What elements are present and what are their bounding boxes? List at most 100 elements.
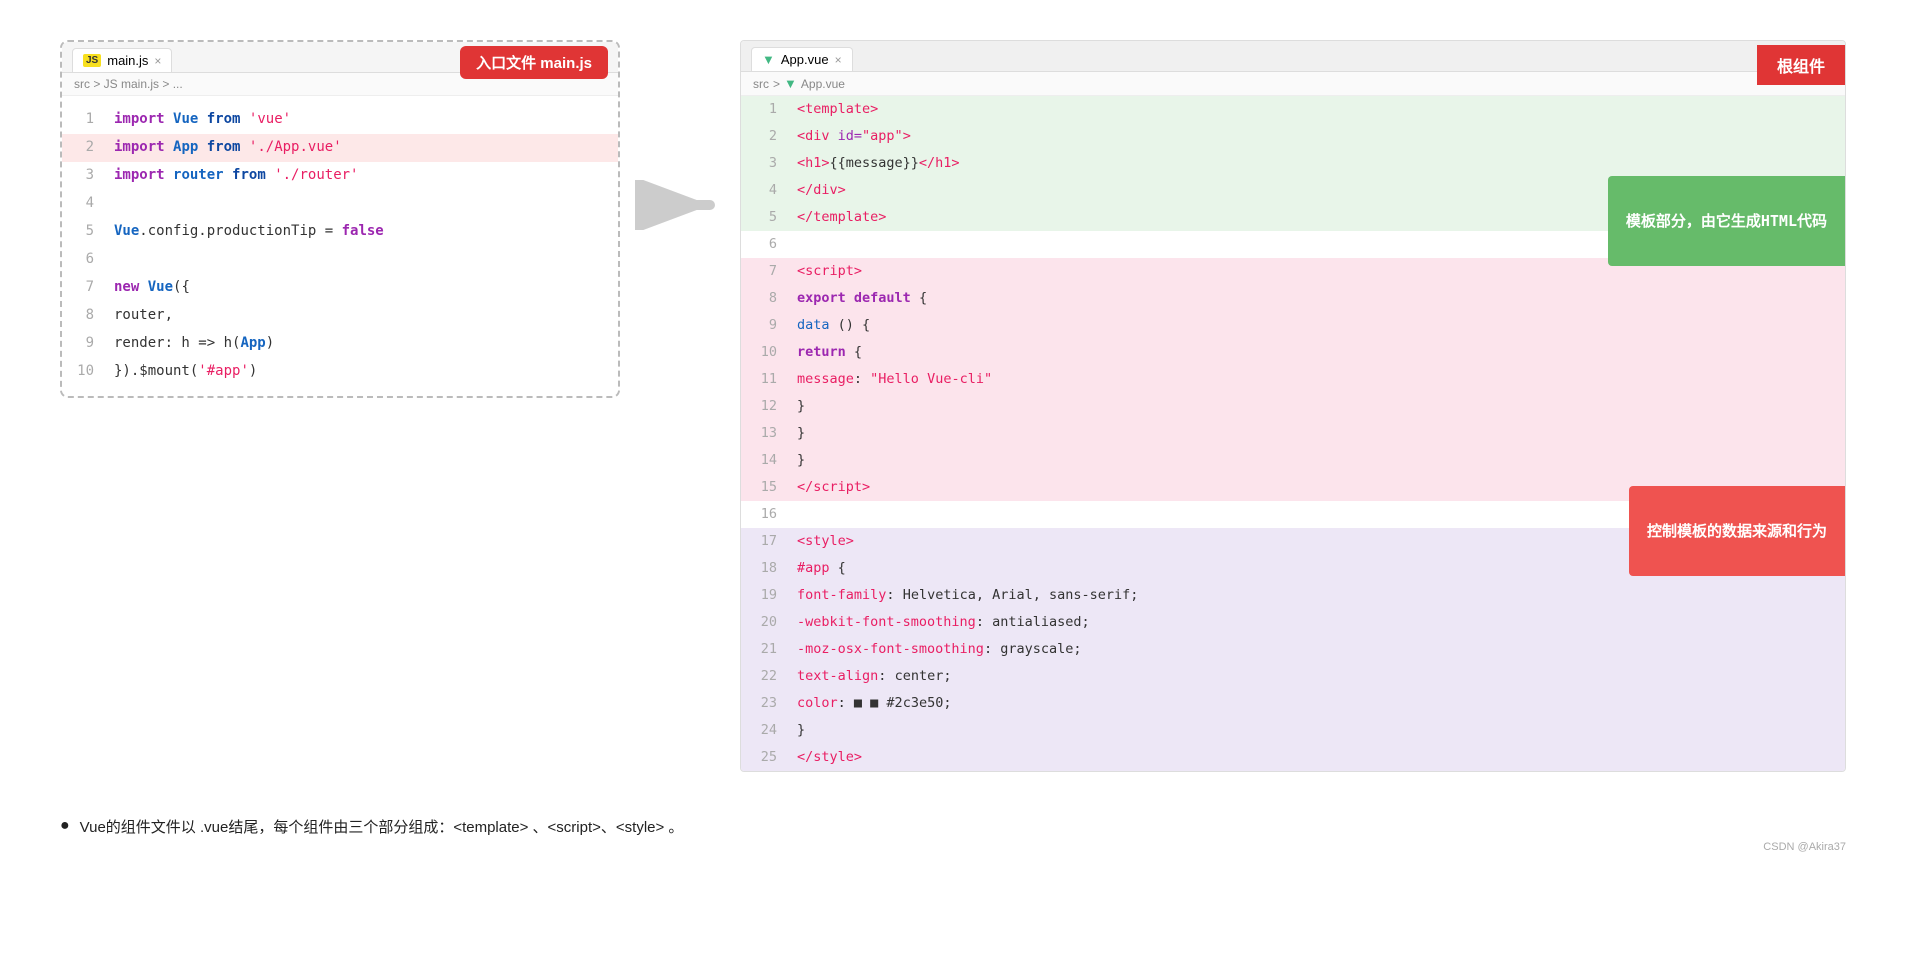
code-text: }).$mount('#app')	[114, 360, 610, 384]
right-code-text: color: ■ ■ #2c3e50;	[797, 692, 1837, 716]
right-code-line: 22 text-align: center;	[741, 663, 1845, 690]
right-line-number: 2	[749, 125, 777, 149]
line-number: 4	[70, 192, 94, 216]
right-code-text: font-family: Helvetica, Arial, sans-seri…	[797, 584, 1837, 608]
left-panel: JS main.js × 入口文件 main.js src > JS main.…	[60, 40, 620, 398]
right-code-text: <template>	[797, 98, 1837, 122]
bc-src: src	[753, 77, 769, 91]
right-code-text: -webkit-font-smoothing: antialiased;	[797, 611, 1837, 635]
right-line-number: 10	[749, 341, 777, 365]
right-line-number: 5	[749, 206, 777, 230]
left-code-area: 1import Vue from 'vue'2 import App from '…	[62, 96, 618, 396]
right-line-number: 12	[749, 395, 777, 419]
right-line-number: 19	[749, 584, 777, 608]
left-tab-close[interactable]: ×	[154, 54, 161, 68]
right-line-number: 1	[749, 98, 777, 122]
right-tab-bar: ▼ App.vue ×	[741, 41, 1845, 72]
right-code-line: 8 export default {	[741, 285, 1845, 312]
bc-sep1: >	[773, 77, 780, 91]
code-line: 8 router,	[62, 302, 618, 330]
right-code-line: 21 -moz-osx-font-smoothing: grayscale;	[741, 636, 1845, 663]
annot-template: 模板部分，由它生成HTML代码	[1608, 176, 1845, 266]
code-line: 2 import App from './App.vue'	[62, 134, 618, 162]
right-line-number: 21	[749, 638, 777, 662]
left-badge: 入口文件 main.js	[460, 46, 608, 79]
right-line-number: 14	[749, 449, 777, 473]
arrow-icon	[635, 180, 725, 230]
js-icon: JS	[83, 54, 101, 67]
right-code-line: 2 <div id="app">	[741, 123, 1845, 150]
line-number: 2	[70, 136, 94, 160]
right-line-number: 23	[749, 692, 777, 716]
right-line-number: 15	[749, 476, 777, 500]
bottom-credit: CSDN @Akira37	[20, 841, 1886, 853]
right-code-text: data () {	[797, 314, 1837, 338]
right-line-number: 22	[749, 665, 777, 689]
right-tab-label: App.vue	[781, 52, 829, 67]
right-line-number: 3	[749, 152, 777, 176]
right-code-text: </style>	[797, 746, 1837, 770]
code-line: 1import Vue from 'vue'	[62, 106, 618, 134]
line-number: 10	[70, 360, 94, 384]
bottom-text: Vue的组件文件以 .vue结尾，每个组件由三个部分组成：<template> …	[80, 816, 684, 837]
right-tab[interactable]: ▼ App.vue ×	[751, 47, 853, 71]
line-number: 6	[70, 248, 94, 272]
right-line-number: 4	[749, 179, 777, 203]
code-line: 4	[62, 190, 618, 218]
right-code-text: <div id="app">	[797, 125, 1837, 149]
right-code-line: 20 -webkit-font-smoothing: antialiased;	[741, 609, 1845, 636]
right-panel: ▼ App.vue × 根组件 src > ▼ App.vue 模板部分，由它生…	[740, 40, 1846, 772]
right-code-area: 模板部分，由它生成HTML代码 控制模板的数据来源和行为 css样式部分 1 <…	[741, 96, 1845, 771]
code-text: new Vue({	[114, 276, 610, 300]
right-line-number: 11	[749, 368, 777, 392]
right-code-line: 13 }	[741, 420, 1845, 447]
right-tab-close[interactable]: ×	[835, 53, 842, 67]
right-line-number: 18	[749, 557, 777, 581]
bottom-section: ● Vue的组件文件以 .vue结尾，每个组件由三个部分组成：<template…	[20, 816, 1886, 837]
vue-icon: ▼	[762, 52, 775, 67]
code-line: 6	[62, 246, 618, 274]
right-code-line: 23 color: ■ ■ #2c3e50;	[741, 690, 1845, 717]
code-text: import App from './App.vue'	[114, 136, 610, 160]
right-code-line: 11 message: "Hello Vue-cli"	[741, 366, 1845, 393]
bc-file: App.vue	[801, 77, 845, 91]
line-number: 5	[70, 220, 94, 244]
code-line: 10 }).$mount('#app')	[62, 358, 618, 386]
line-number: 7	[70, 276, 94, 300]
left-editor-window: JS main.js × 入口文件 main.js src > JS main.…	[60, 40, 620, 398]
bc-vue-icon: ▼	[784, 76, 797, 91]
arrow-container	[620, 40, 740, 230]
right-code-text: }	[797, 395, 1837, 419]
bullet-icon: ●	[60, 817, 70, 835]
code-text: import router from './router'	[114, 164, 610, 188]
right-code-text: message: "Hello Vue-cli"	[797, 368, 1837, 392]
line-number: 8	[70, 304, 94, 328]
right-code-text: }	[797, 449, 1837, 473]
right-code-line: 9 data () {	[741, 312, 1845, 339]
right-code-text: -moz-osx-font-smoothing: grayscale;	[797, 638, 1837, 662]
right-line-number: 20	[749, 611, 777, 635]
right-code-line: 14 }	[741, 447, 1845, 474]
right-code-text: <h1>{{message}}</h1>	[797, 152, 1837, 176]
line-number: 3	[70, 164, 94, 188]
code-line: 3 import router from './router'	[62, 162, 618, 190]
right-line-number: 13	[749, 422, 777, 446]
right-line-number: 8	[749, 287, 777, 311]
left-tab[interactable]: JS main.js ×	[72, 48, 172, 72]
right-badge: 根组件	[1757, 45, 1845, 85]
right-code-line: 12 }	[741, 393, 1845, 420]
right-code-text: export default {	[797, 287, 1837, 311]
code-text: router,	[114, 304, 610, 328]
left-tab-label: main.js	[107, 53, 148, 68]
right-breadcrumb: src > ▼ App.vue	[741, 72, 1845, 96]
right-code-text: text-align: center;	[797, 665, 1837, 689]
code-text: Vue.config.productionTip = false	[114, 220, 610, 244]
right-editor-window: ▼ App.vue × 根组件 src > ▼ App.vue 模板部分，由它生…	[740, 40, 1846, 772]
right-line-number: 25	[749, 746, 777, 770]
right-code-line: 19 font-family: Helvetica, Arial, sans-s…	[741, 582, 1845, 609]
right-code-line: 10 return {	[741, 339, 1845, 366]
right-line-number: 16	[749, 503, 777, 527]
right-code-text: return {	[797, 341, 1837, 365]
right-code-line: 24 }	[741, 717, 1845, 744]
code-line: 9 render: h => h(App)	[62, 330, 618, 358]
